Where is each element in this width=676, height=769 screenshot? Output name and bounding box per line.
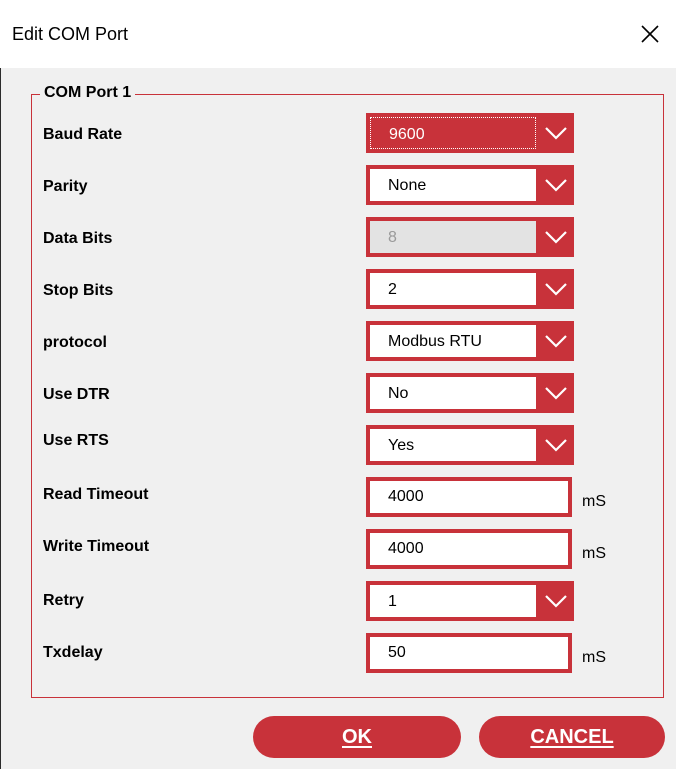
chevron-down-icon[interactable]: [538, 425, 574, 465]
write-timeout-input[interactable]: 4000: [366, 529, 572, 569]
stop-bits-value: 2: [370, 273, 536, 305]
chevron-down-icon[interactable]: [538, 217, 574, 257]
close-icon: [641, 25, 659, 43]
parity-dropdown[interactable]: None: [366, 165, 574, 205]
data-bits-dropdown[interactable]: 8: [366, 217, 574, 257]
parity-value: None: [370, 169, 536, 201]
cancel-button[interactable]: CANCEL: [479, 716, 665, 758]
use-dtr-value: No: [370, 377, 536, 409]
title-bar: Edit COM Port: [0, 0, 676, 68]
data-bits-label: Data Bits: [43, 230, 113, 247]
use-rts-value: Yes: [370, 429, 536, 461]
txdelay-label: Txdelay: [43, 644, 103, 661]
groupbox-label: COM Port 1: [40, 84, 136, 102]
retry-value: 1: [370, 585, 536, 617]
chevron-down-icon[interactable]: [538, 321, 574, 361]
window-edge: [0, 0, 1, 769]
use-rts-dropdown[interactable]: Yes: [366, 425, 574, 465]
use-dtr-label: Use DTR: [43, 386, 110, 403]
write-timeout-unit: mS: [582, 545, 606, 562]
chevron-down-icon[interactable]: [538, 113, 574, 153]
stop-bits-label: Stop Bits: [43, 282, 114, 299]
write-timeout-label: Write Timeout: [43, 538, 150, 555]
txdelay-input[interactable]: 50: [366, 633, 572, 673]
ok-button[interactable]: OK: [253, 716, 461, 758]
protocol-value: Modbus RTU: [370, 325, 536, 357]
edit-com-port-dialog: Edit COM Port COM Port 1 Baud Rate 9600 …: [0, 0, 676, 769]
protocol-dropdown[interactable]: Modbus RTU: [366, 321, 574, 361]
stop-bits-dropdown[interactable]: 2: [366, 269, 574, 309]
read-timeout-unit: mS: [582, 493, 606, 510]
baud-rate-label: Baud Rate: [43, 126, 123, 143]
close-button[interactable]: [624, 0, 676, 68]
data-bits-value: 8: [370, 221, 536, 253]
use-dtr-dropdown[interactable]: No: [366, 373, 574, 413]
parity-label: Parity: [43, 178, 88, 195]
chevron-down-icon[interactable]: [538, 165, 574, 205]
read-timeout-input[interactable]: 4000: [366, 477, 572, 517]
dialog-title: Edit COM Port: [12, 24, 129, 44]
protocol-label: protocol: [43, 334, 107, 351]
chevron-down-icon[interactable]: [538, 269, 574, 309]
chevron-down-icon[interactable]: [538, 373, 574, 413]
use-rts-label: Use RTS: [43, 432, 109, 449]
txdelay-unit: mS: [582, 649, 606, 666]
retry-dropdown[interactable]: 1: [366, 581, 574, 621]
baud-rate-value: 9600: [370, 117, 536, 149]
read-timeout-label: Read Timeout: [43, 486, 149, 503]
chevron-down-icon[interactable]: [538, 581, 574, 621]
retry-label: Retry: [43, 592, 84, 609]
baud-rate-dropdown[interactable]: 9600: [366, 113, 574, 153]
